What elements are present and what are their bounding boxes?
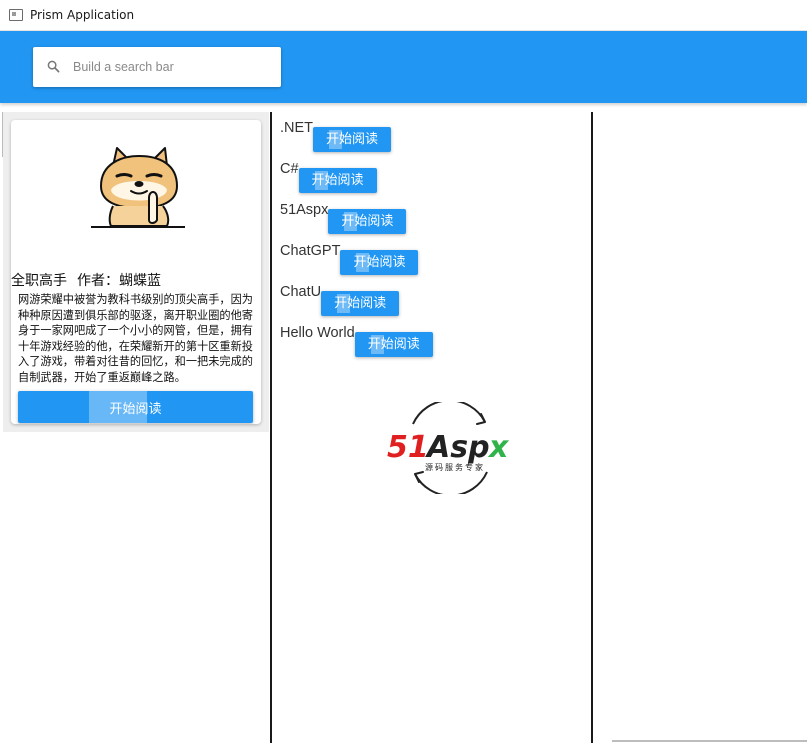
book-description: 网游荣耀中被誉为教科书级别的顶尖高手，因为种种原因遭到俱乐部的驱逐，离开职业圈的… [18,293,253,384]
item-button-label: 开始阅读 [367,337,420,352]
featured-panel: 全职高手 作者：蝴蝶蓝 网游荣耀中被誉为教科书级别的顶尖高手，因为种种原因遭到俱乐… [3,112,269,432]
item-name: C# [280,161,299,177]
svg-text:51: 51 [387,430,429,465]
book-title: 全职高手 [11,273,67,289]
app-bar [0,31,807,103]
window-icon [9,9,23,21]
item-button-label: 开始阅读 [353,255,406,270]
search-box[interactable] [33,47,281,87]
item-start-reading-button[interactable]: 开始阅读 [298,168,377,193]
book-header: 全职高手 作者：蝴蝶蓝 [11,270,261,290]
list-item: .NET 开始阅读 [280,120,392,152]
search-input[interactable] [73,57,273,77]
svg-text:源码服务专家: 源码服务专家 [425,462,485,472]
item-name: 51Aspx [280,202,329,218]
list-item: C# 开始阅读 [280,161,377,193]
start-reading-button[interactable]: 开始阅读 [18,391,253,423]
item-start-reading-button[interactable]: 开始阅读 [328,209,407,234]
item-name: ChatGPT [280,243,341,259]
svg-text:x: x [487,430,510,465]
item-start-reading-button[interactable]: 开始阅读 [340,250,419,275]
start-reading-label: 开始阅读 [109,401,162,417]
svg-text:Asp: Asp [425,430,490,465]
book-author: 作者：蝴蝶蓝 [77,273,161,289]
item-start-reading-button[interactable]: 开始阅读 [354,332,433,357]
list-item: 51Aspx 开始阅读 [280,202,407,234]
list-item: Hello World 开始阅读 [280,325,433,357]
book-card: 全职高手 作者：蝴蝶蓝 网游荣耀中被誉为教科书级别的顶尖高手，因为种种原因遭到俱乐… [11,120,261,424]
list-item: ChatGPT 开始阅读 [280,243,419,275]
bottom-scroll-edge [612,740,807,742]
book-list: .NET开始阅读 C#开始阅读 51Aspx开始阅读 ChatGPT开始阅读 C… [272,112,591,743]
list-item: ChatU 开始阅读 [280,284,400,316]
window-title: Prism Application [30,8,135,22]
item-button-label: 开始阅读 [334,296,387,311]
title-bar: Prism Application [0,0,807,31]
search-icon [47,60,60,73]
item-button-label: 开始阅读 [326,132,379,147]
item-start-reading-button[interactable]: 开始阅读 [313,127,392,152]
51aspx-logo: 51 Asp x 源码服务专家 [387,402,510,494]
item-name: Hello World [280,325,355,341]
item-button-label: 开始阅读 [341,214,394,229]
item-start-reading-button[interactable]: 开始阅读 [321,291,400,316]
item-name: .NET [280,120,314,136]
column-divider-right [591,112,593,743]
item-name: ChatU [280,284,322,300]
doge-sticker-image [91,147,185,228]
item-button-label: 开始阅读 [311,173,364,188]
